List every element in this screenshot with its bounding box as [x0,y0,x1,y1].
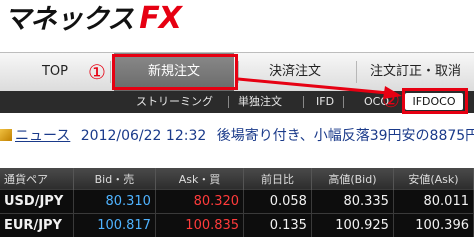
col-header-low: 安値(Ask) [393,168,474,190]
pair-cell: EUR/JPY [0,213,74,237]
change-cell: 0.135 [243,213,312,237]
table-row[interactable]: USD/JPY 80.310 80.320 0.058 80.335 80.01… [0,189,474,214]
col-header-ask: Ask・買 [155,168,245,190]
step-marker-two: ② [382,88,400,112]
step-marker-one: ① [88,60,106,84]
low-cell: 80.011 [393,189,474,214]
pair-cell: USD/JPY [0,189,74,214]
news-icon [0,129,12,141]
col-header-change: 前日比 [243,168,312,190]
news-headline[interactable]: 後場寄り付き、小幅反落39円安の8875円 [217,128,474,144]
col-header-high: 高値(Bid) [311,168,394,190]
news-ticker: ニュース 2012/06/22 12:32 後場寄り付き、小幅反落39円安の88… [0,124,474,148]
table-header-row: 通貨ペア Bid・売 Ask・買 前日比 高値(Bid) 安値(Ask) [0,168,474,190]
ask-cell[interactable]: 80.320 [155,189,245,214]
news-datetime: 2012/06/22 12:32 [80,128,207,144]
news-link[interactable]: ニュース [15,128,70,144]
bid-cell[interactable]: 100.817 [73,213,156,237]
col-header-pair: 通貨ペア [0,168,74,190]
bid-cell[interactable]: 80.310 [73,189,156,214]
change-cell: 0.058 [243,189,312,214]
table-row[interactable]: EUR/JPY 100.817 100.835 0.135 100.925 10… [0,213,474,237]
col-header-bid: Bid・売 [73,168,156,190]
currency-rates-table: 通貨ペア Bid・売 Ask・買 前日比 高値(Bid) 安値(Ask) USD… [0,168,474,237]
low-cell: 100.396 [393,213,474,237]
high-cell: 100.925 [311,213,394,237]
ask-cell[interactable]: 100.835 [155,213,245,237]
high-cell: 80.335 [311,189,394,214]
